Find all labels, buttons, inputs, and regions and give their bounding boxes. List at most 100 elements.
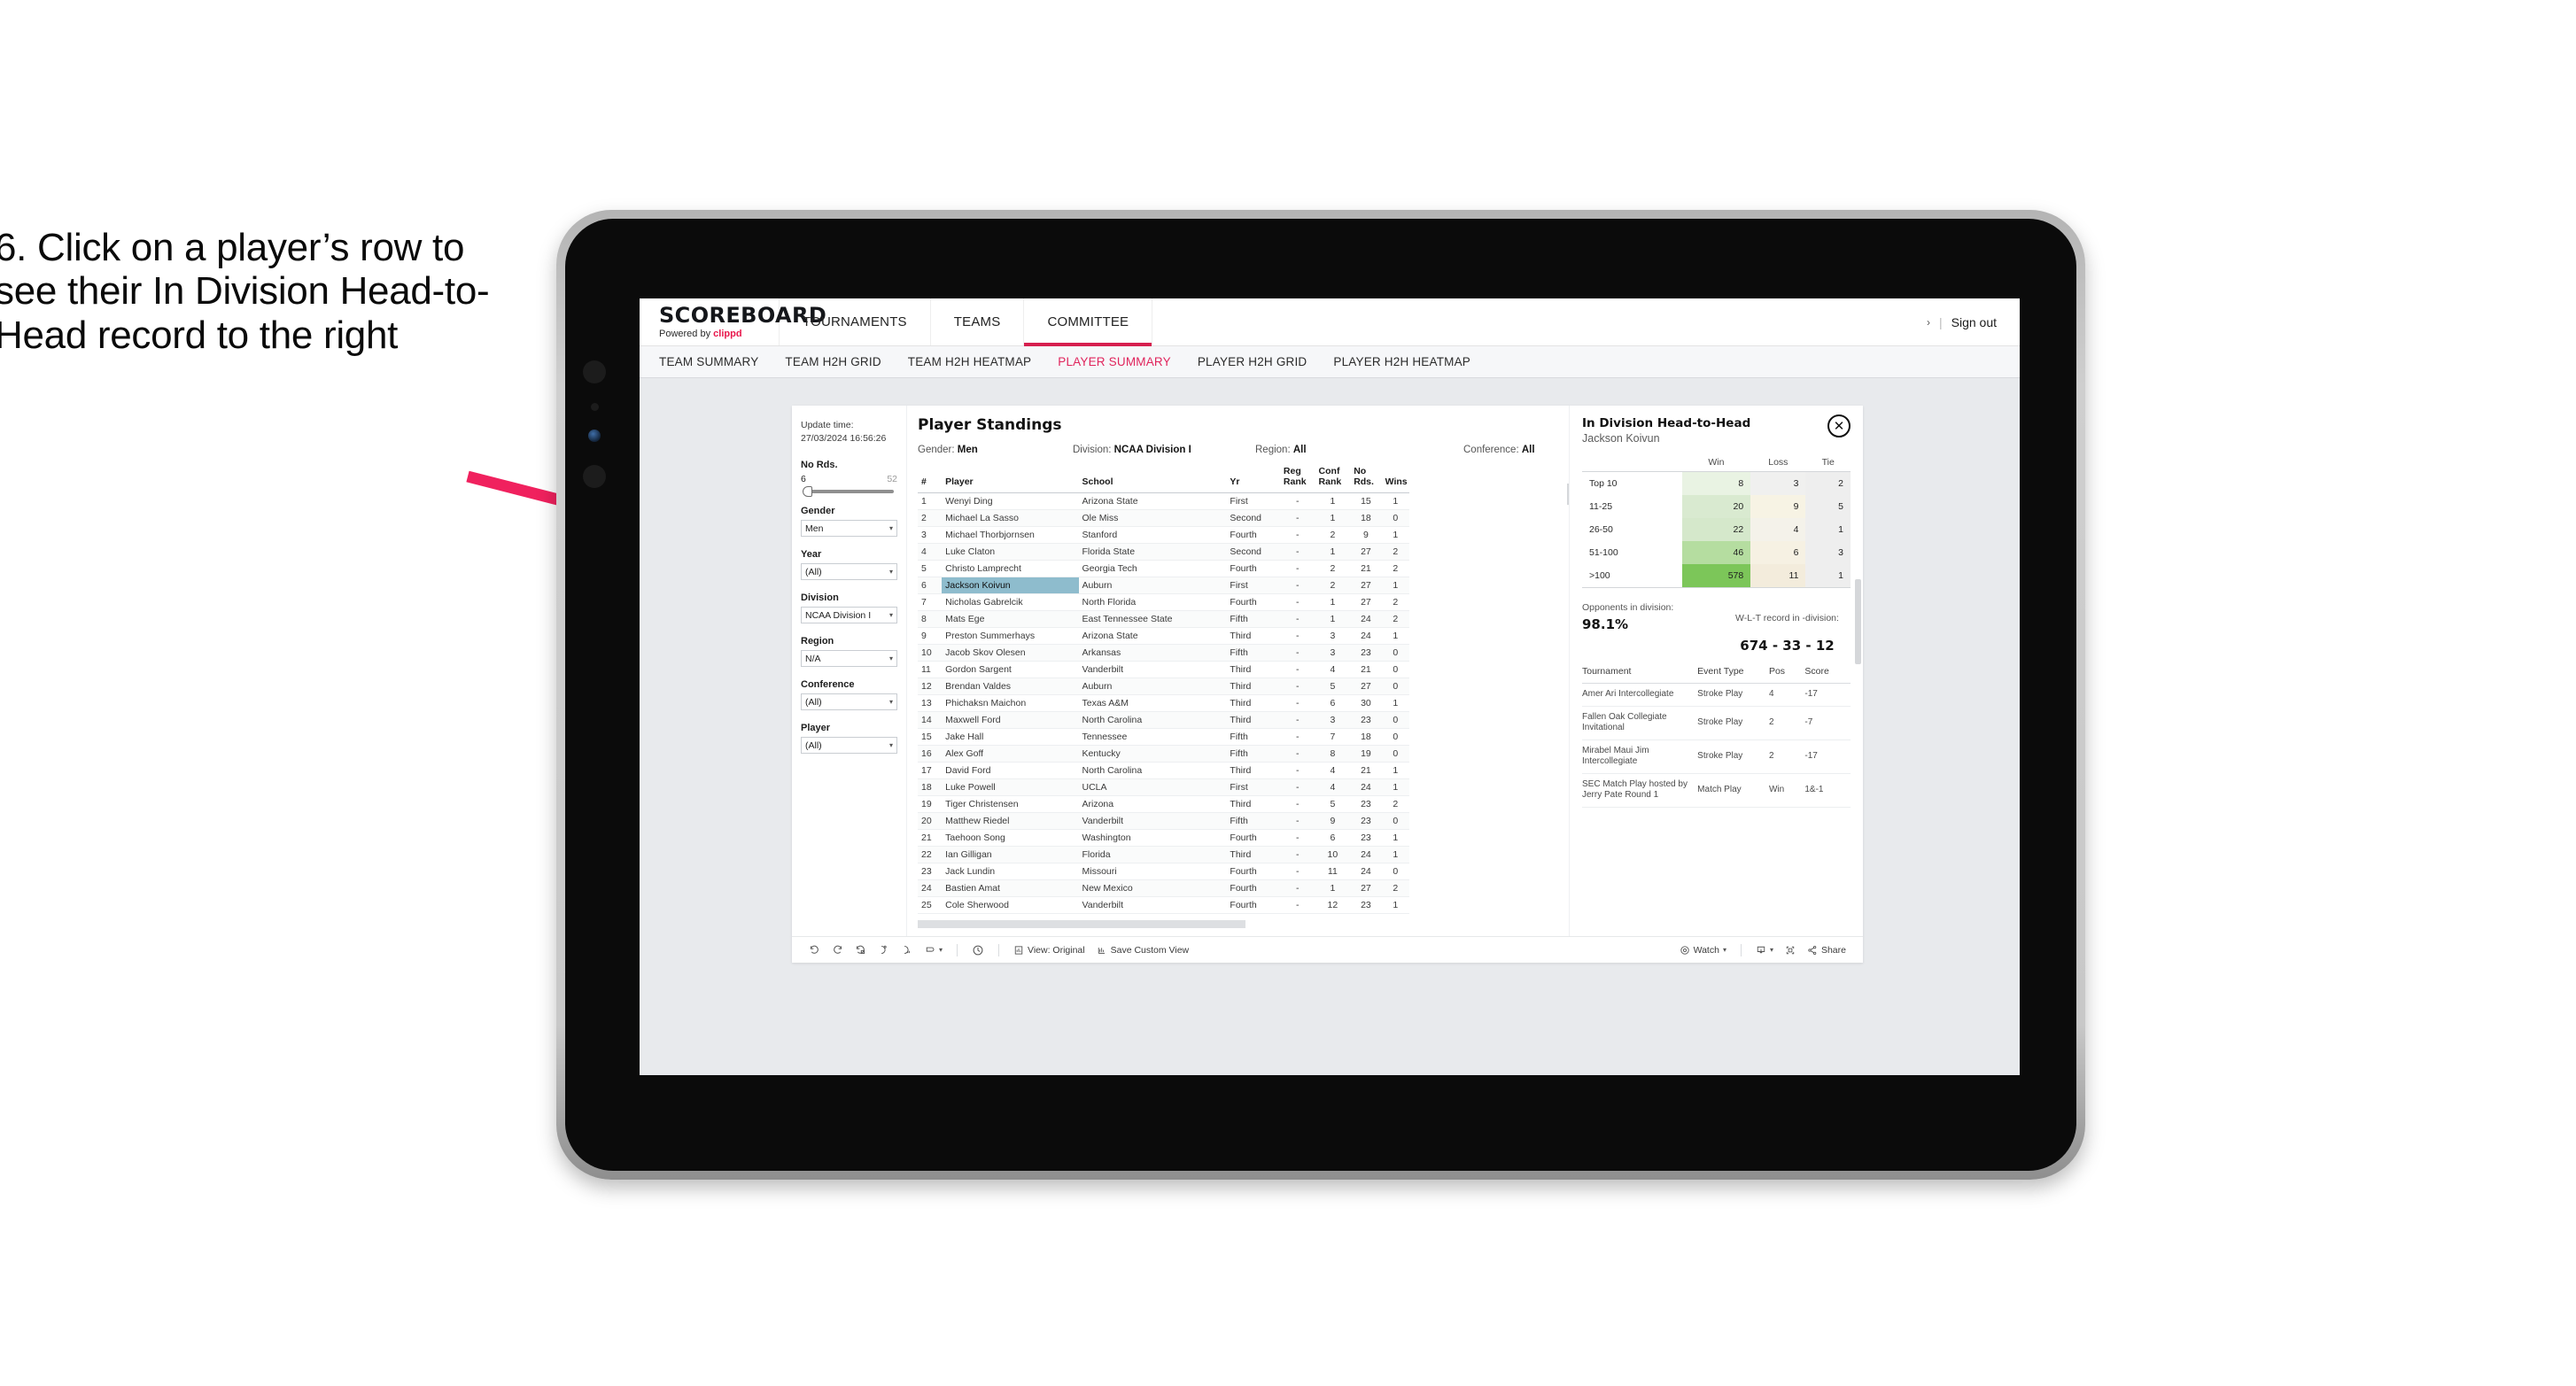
table-row[interactable]: 20 Matthew Riedel Vanderbilt Fifth -9 23 0 [918, 812, 1409, 831]
nav-item-teams[interactable]: TEAMS [931, 298, 1025, 345]
table-row[interactable]: 21 Taehoon Song Washington Fourth -6 23 1 [918, 829, 1409, 848]
table-row[interactable]: 12 Brendan Valdes Auburn Third -5 27 0 [918, 678, 1409, 696]
table-row[interactable]: 3 Michael Thorbjornsen Stanford Fourth -2 9 1 [918, 526, 1409, 545]
download-button[interactable]: ▾ [1751, 941, 1778, 960]
cell-player: Brendan Valdes [942, 678, 1079, 696]
col-conf-rank[interactable]: Conf Rank [1315, 464, 1351, 494]
no-rounds-slider[interactable] [803, 486, 894, 498]
nav-item-committee[interactable]: COMMITTEE [1024, 298, 1153, 346]
gender-label: Gender [801, 506, 835, 517]
list-item[interactable]: Amer Ari Intercollegiate Stroke Play 4 -17 [1582, 683, 1851, 707]
col-player[interactable]: Player [942, 464, 1079, 494]
table-row[interactable]: 4 Luke Claton Florida State Second -1 27 2 [918, 543, 1409, 561]
sign-out-link[interactable]: Sign out [1951, 315, 1997, 329]
gender-select[interactable]: Men ▾ [801, 520, 897, 538]
save-custom-view-button[interactable]: Save Custom View [1092, 941, 1194, 960]
cell-school: Vanderbilt [1078, 896, 1227, 915]
col-tournament[interactable]: Tournament [1582, 666, 1698, 684]
watch-button[interactable]: Watch ▾ [1675, 941, 1731, 960]
cell-rds: 27 [1350, 879, 1382, 898]
table-row[interactable]: 14 Maxwell Ford North Carolina Third -3 23 0 [918, 711, 1409, 730]
cell-conf: 1 [1315, 593, 1351, 612]
share-button[interactable]: Share [1803, 941, 1851, 960]
cell-num: 13 [918, 694, 943, 713]
table-row[interactable]: 9 Preston Summerhays Arizona State Third -3 2… [918, 627, 1409, 646]
cell-school: Auburn [1078, 577, 1227, 595]
table-row[interactable]: 2 Michael La Sasso Ole Miss Second -1 18 0 [918, 509, 1409, 528]
chevron-right-icon[interactable]: › [1927, 316, 1930, 329]
player-select[interactable]: (All) ▾ [801, 737, 897, 755]
brand-title: SCOREBOARD [659, 303, 827, 328]
table-row[interactable]: 19 Tiger Christensen Arizona Third -5 23 2 [918, 795, 1409, 814]
brand-logo[interactable]: SCOREBOARD Powered by clippd [640, 298, 827, 345]
tab-player-h2h-heatmap[interactable]: PLAYER H2H HEATMAP [1333, 355, 1470, 368]
col-pos[interactable]: Pos [1768, 666, 1805, 684]
tab-team-h2h-grid[interactable]: TEAM H2H GRID [785, 355, 881, 368]
col-wins[interactable]: Wins [1381, 464, 1409, 494]
h2h-cell-win: 578 [1681, 564, 1751, 588]
table-row[interactable]: 15 Jake Hall Tennessee Fifth -7 18 0 [918, 728, 1409, 747]
tournaments-body: Amer Ari Intercollegiate Stroke Play 4 -17 F… [1582, 683, 1851, 808]
tab-team-h2h-heatmap[interactable]: TEAM H2H HEATMAP [908, 355, 1031, 368]
col-rank[interactable]: # [918, 464, 943, 494]
cell-school: Auburn [1078, 678, 1227, 696]
table-row[interactable]: 17 David Ford North Carolina Third -4 21 1 [918, 762, 1409, 780]
col-year[interactable]: Yr [1226, 464, 1280, 494]
tournament-pos: 2 [1768, 739, 1805, 774]
table-row[interactable]: 7 Nicholas Gabrelcik North Florida Fourth -1… [918, 593, 1409, 612]
col-school[interactable]: School [1078, 464, 1227, 494]
list-item[interactable]: Mirabel Maui Jim Intercollegiate Stroke P… [1582, 739, 1851, 774]
division-select[interactable]: NCAA Division I ▾ [801, 607, 897, 624]
year-select[interactable]: (All) ▾ [801, 563, 897, 581]
cell-school: Vanderbilt [1078, 661, 1227, 679]
cell-reg: - [1279, 543, 1315, 561]
table-row[interactable]: 22 Ian Gilligan Florida Third -10 24 1 [918, 846, 1409, 864]
table-row[interactable]: 25 Cole Sherwood Vanderbilt Fourth -12 23 1 [918, 896, 1409, 915]
standings-horizontal-scrollbar[interactable] [918, 920, 1245, 929]
col-no-rounds[interactable]: No Rds. [1350, 464, 1382, 494]
col-score[interactable]: Score [1804, 666, 1851, 684]
h2h-row-label: 11-25 [1582, 495, 1682, 518]
table-row[interactable]: 11 Gordon Sargent Vanderbilt Third -4 21 0 [918, 661, 1409, 679]
col-event-type[interactable]: Event Type [1697, 666, 1769, 684]
col-reg-rank[interactable]: Reg Rank [1279, 464, 1315, 494]
table-row[interactable]: 18 Luke Powell UCLA First -4 24 1 [918, 778, 1409, 797]
view-original-button[interactable]: View: Original [1009, 941, 1090, 960]
fullscreen-button[interactable] [1781, 941, 1800, 960]
table-row[interactable]: 16 Alex Goff Kentucky Fifth -8 19 0 [918, 745, 1409, 763]
revert-button[interactable] [850, 941, 871, 960]
table-row[interactable]: 8 Mats Ege East Tennessee State Fifth -1 24 2 [918, 610, 1409, 629]
pause-updates-button[interactable] [967, 941, 989, 960]
nav-item-tournaments[interactable]: TOURNAMENTS [780, 298, 931, 345]
cell-reg: - [1279, 711, 1315, 730]
list-item[interactable]: Fallen Oak Collegiate Invitational Stroke… [1582, 706, 1851, 740]
cell-reg: - [1279, 526, 1315, 545]
list-item[interactable]: SEC Match Play hosted by Jerry Pate Roun… [1582, 773, 1851, 808]
cell-num: 4 [918, 543, 943, 561]
save-custom-view-label: Save Custom View [1110, 944, 1190, 956]
view-original-label: View: Original [1028, 944, 1085, 956]
table-row[interactable]: 13 Phichaksn Maichon Texas A&M Third -6 30 1 [918, 694, 1409, 713]
table-row[interactable]: 6 Jackson Koivun Auburn First -2 27 1 [918, 577, 1409, 595]
pause-auto-update-button[interactable] [896, 941, 917, 960]
tab-team-summary[interactable]: TEAM SUMMARY [659, 355, 758, 368]
detail-vertical-scrollbar[interactable] [1855, 579, 1861, 664]
table-row[interactable]: 24 Bastien Amat New Mexico Fourth -1 27 2 [918, 879, 1409, 898]
tab-player-h2h-grid[interactable]: PLAYER H2H GRID [1198, 355, 1307, 368]
tab-player-summary[interactable]: PLAYER SUMMARY [1058, 355, 1171, 368]
conference-select[interactable]: (All) ▾ [801, 693, 897, 711]
refresh-button[interactable] [873, 941, 894, 960]
pause-button[interactable]: ▾ [919, 941, 947, 960]
table-row[interactable]: 23 Jack Lundin Missouri Fourth -11 24 0 [918, 863, 1409, 881]
no-rounds-slider-handle[interactable] [803, 486, 812, 498]
cell-player: Phichaksn Maichon [942, 694, 1079, 713]
cell-reg: - [1279, 795, 1315, 814]
table-row[interactable]: 10 Jacob Skov Olesen Arkansas Fifth -3 23 0 [918, 644, 1409, 662]
table-row[interactable]: 5 Christo Lamprecht Georgia Tech Fourth -2 21… [918, 560, 1409, 578]
undo-button[interactable] [804, 941, 825, 960]
redo-button[interactable] [827, 941, 848, 960]
cell-num: 24 [918, 879, 943, 898]
close-icon[interactable]: ✕ [1827, 414, 1851, 437]
region-select[interactable]: N/A ▾ [801, 650, 897, 668]
table-row[interactable]: 1 Wenyi Ding Arizona State First -1 15 1 [918, 492, 1409, 511]
